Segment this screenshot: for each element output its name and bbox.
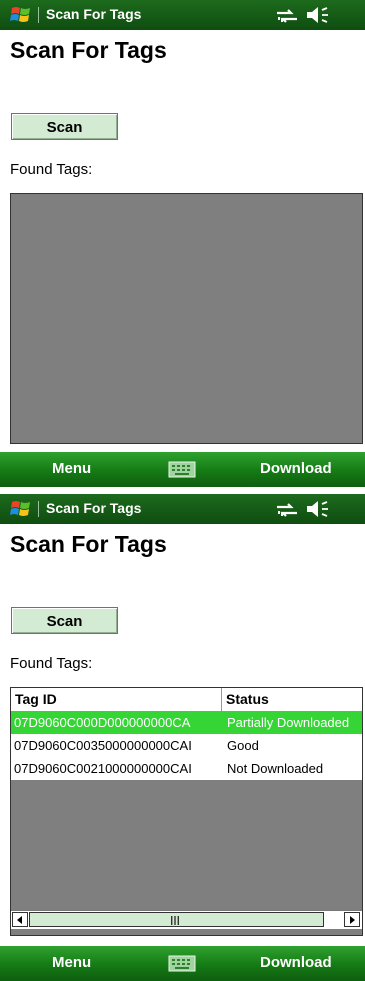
app-title: Scan For Tags: [46, 500, 142, 516]
found-tags-label: Found Tags:: [10, 161, 93, 178]
column-header-tag-id[interactable]: Tag ID: [11, 688, 222, 711]
title-bar: Scan For Tags: [0, 0, 365, 30]
connectivity-icon[interactable]: [275, 8, 299, 24]
download-softkey[interactable]: Download: [260, 460, 332, 477]
app-title: Scan For Tags: [46, 6, 142, 22]
grip-icon: [171, 916, 179, 925]
scan-screen-empty: Scan For Tags Scan For Tags Scan Found T…: [0, 0, 365, 487]
softkey-bar: Menu Download: [0, 452, 365, 487]
softkey-bar: Menu Download: [0, 946, 365, 981]
title-bar: Scan For Tags: [0, 494, 365, 524]
found-tags-label: Found Tags:: [10, 655, 93, 672]
table-row[interactable]: 07D9060C0035000000000CAI Good: [11, 734, 362, 757]
menu-softkey[interactable]: Menu: [52, 954, 91, 971]
page-title: Scan For Tags: [10, 531, 167, 557]
tag-id-cell: 07D9060C000D000000000CA: [14, 715, 191, 730]
scan-screen-results: Scan For Tags Scan For Tags Scan Found T…: [0, 494, 365, 981]
status-cell: Not Downloaded: [227, 761, 324, 776]
keyboard-icon[interactable]: [168, 459, 196, 479]
title-separator: [38, 501, 39, 517]
found-tags-list[interactable]: [10, 193, 363, 444]
scan-button[interactable]: Scan: [11, 113, 118, 140]
windows-logo-icon[interactable]: [10, 5, 32, 25]
windows-logo-icon[interactable]: [10, 499, 32, 519]
scroll-right-button[interactable]: [344, 912, 360, 927]
volume-icon[interactable]: [305, 500, 331, 518]
found-tags-table[interactable]: Tag ID Status 07D9060C000D000000000CA Pa…: [10, 687, 363, 936]
download-softkey[interactable]: Download: [260, 954, 332, 971]
arrow-left-icon: [17, 916, 22, 924]
keyboard-icon[interactable]: [168, 953, 196, 973]
table-header: Tag ID Status: [11, 688, 362, 712]
column-header-status[interactable]: Status: [222, 688, 362, 711]
table-row[interactable]: 07D9060C000D000000000CA Partially Downlo…: [11, 711, 362, 734]
volume-icon[interactable]: [305, 6, 331, 24]
horizontal-scrollbar[interactable]: [11, 910, 362, 929]
menu-softkey[interactable]: Menu: [52, 460, 91, 477]
scroll-left-button[interactable]: [12, 912, 28, 927]
tag-id-cell: 07D9060C0021000000000CAI: [14, 761, 192, 776]
status-cell: Good: [227, 738, 259, 753]
tag-id-cell: 07D9060C0035000000000CAI: [14, 738, 192, 753]
scan-button[interactable]: Scan: [11, 607, 118, 634]
page-title: Scan For Tags: [10, 37, 167, 63]
title-separator: [38, 7, 39, 23]
status-cell: Partially Downloaded: [227, 715, 350, 730]
scrollbar-thumb[interactable]: [29, 912, 324, 927]
arrow-right-icon: [350, 916, 355, 924]
connectivity-icon[interactable]: [275, 502, 299, 518]
table-row[interactable]: 07D9060C0021000000000CAI Not Downloaded: [11, 757, 362, 780]
